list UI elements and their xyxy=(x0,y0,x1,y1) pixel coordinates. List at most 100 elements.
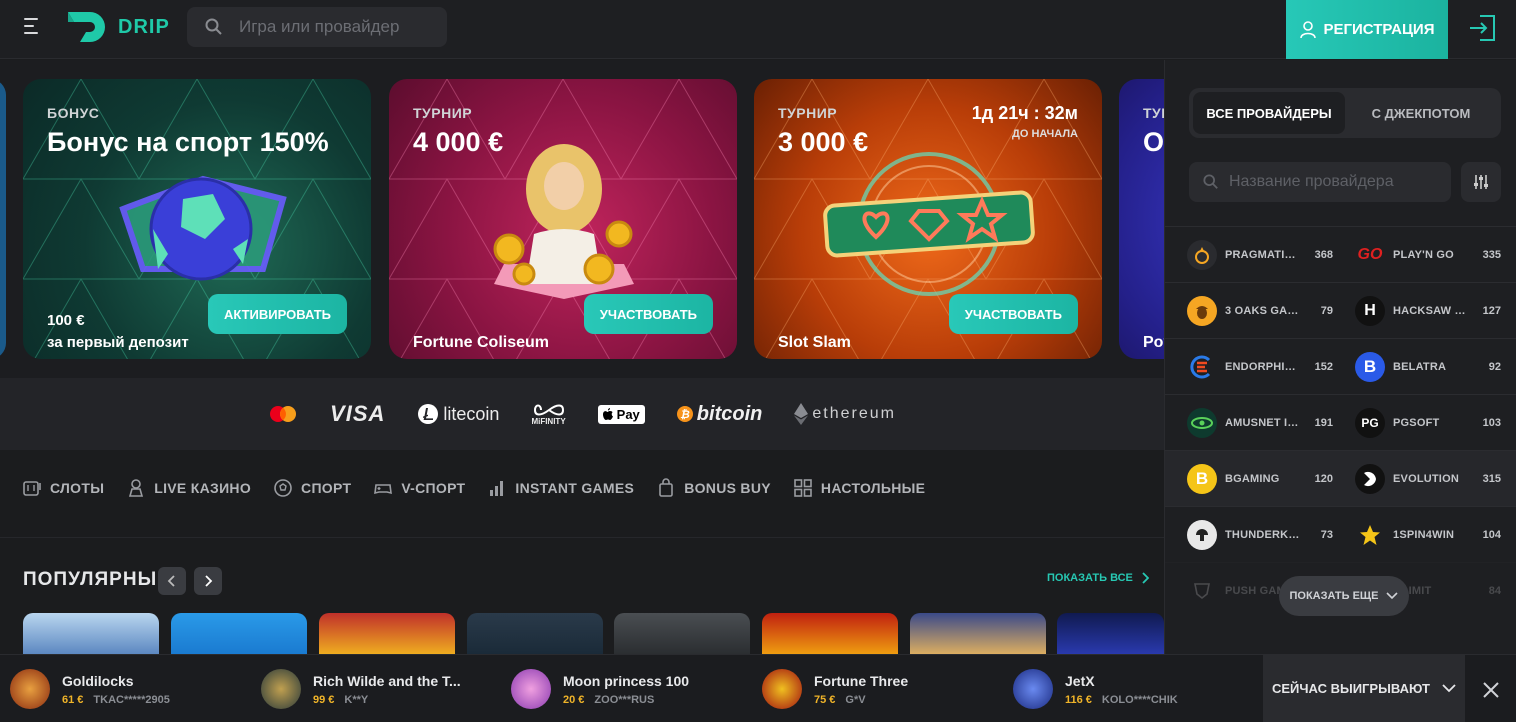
provider-count: 120 xyxy=(1314,472,1333,485)
carousel-prev-button[interactable] xyxy=(158,567,186,595)
grid-icon xyxy=(794,479,812,497)
provider-name: ENDORPHINA xyxy=(1225,360,1300,373)
category-label: LIVE КАЗИНО xyxy=(154,480,252,496)
provider-thunderkick[interactable]: THUNDERKICK 73 xyxy=(1165,507,1333,562)
banner-partial[interactable]: ТУР О Pov xyxy=(1119,79,1164,359)
provider-endorphina[interactable]: ENDORPHINA 152 xyxy=(1165,339,1333,394)
carousel-next-button[interactable] xyxy=(194,567,222,595)
playngo-icon: GO xyxy=(1357,245,1383,263)
provider-1spin4win[interactable]: 1SPIN4WIN 104 xyxy=(1333,507,1501,562)
banner-subtitle: за первый депозит xyxy=(47,334,189,351)
winner-item[interactable]: Goldilocks 61 € TKAC*****2905 xyxy=(10,669,170,709)
user-icon xyxy=(1299,20,1316,38)
provider-3oaks[interactable]: 3 OAKS GAM... 79 xyxy=(1165,283,1333,338)
goddess-character-icon xyxy=(493,144,634,299)
category-live-casino[interactable]: LIVE КАЗИНО xyxy=(126,478,251,498)
category-label: V-СПОРТ xyxy=(401,480,466,496)
game-thumbnail[interactable] xyxy=(762,613,898,655)
category-table-games[interactable]: НАСТОЛЬНЫЕ xyxy=(793,478,925,498)
provider-pgsoft[interactable]: PG PGSOFT 103 xyxy=(1333,395,1501,450)
endorphina-icon xyxy=(1187,352,1217,382)
provider-name: EVOLUTION xyxy=(1393,472,1459,485)
category-bonus-buy[interactable]: BONUS BUY xyxy=(656,478,771,498)
mifinity-logo: MiFINITY xyxy=(531,403,566,426)
svg-text:₿: ₿ xyxy=(680,408,690,421)
winner-item[interactable]: JetX 116 € KOLO****CHIK xyxy=(1013,669,1178,709)
slot-machine-icon xyxy=(23,481,41,496)
show-more-button[interactable]: ПОКАЗАТЬ ЕЩЕ xyxy=(1279,576,1409,616)
sliders-icon xyxy=(1474,175,1488,189)
provider-name: THUNDERKICK xyxy=(1225,528,1300,541)
winner-user: ZOO***RUS xyxy=(594,693,655,706)
game-thumbnail[interactable] xyxy=(319,613,455,655)
winner-item[interactable]: Fortune Three 75 € G*V xyxy=(762,669,908,709)
provider-pragmatic[interactable]: PRAGMATIC ... 368 xyxy=(1165,227,1333,282)
menu-icon[interactable] xyxy=(24,18,44,36)
tab-jackpot[interactable]: С ДЖЕКПОТОМ xyxy=(1345,92,1497,134)
banner-title: Бонус на спорт 150% xyxy=(47,127,329,157)
shopping-bag-icon xyxy=(659,478,673,497)
search-box[interactable] xyxy=(187,7,447,47)
participate-button[interactable]: УЧАСТВОВАТЬ xyxy=(583,294,713,334)
provider-search-box[interactable] xyxy=(1189,162,1451,202)
popular-title: ПОПУЛЯРНЫЕ xyxy=(23,569,171,590)
litecoin-label: litecoin xyxy=(443,403,500,424)
provider-name: 1SPIN4WIN xyxy=(1393,528,1455,541)
game-thumbnail[interactable] xyxy=(23,613,159,655)
login-icon[interactable] xyxy=(1466,14,1498,42)
game-thumbnail[interactable] xyxy=(1057,613,1164,655)
previous-banner-edge[interactable] xyxy=(0,79,6,359)
winner-item[interactable]: Moon princess 100 20 € ZOO***RUS xyxy=(511,669,689,709)
provider-bgaming[interactable]: B BGAMING 120 xyxy=(1165,451,1333,506)
game-thumbnail[interactable] xyxy=(171,613,307,655)
category-sport[interactable]: СПОРТ xyxy=(273,478,351,498)
banner-tournament-slot-slam[interactable]: ТУРНИР 3 000 € 1д 21ч : 32м ДО НАЧАЛА Sl… xyxy=(754,79,1102,359)
provider-search-input[interactable] xyxy=(1229,173,1449,191)
logo[interactable]: DRIP xyxy=(66,10,170,44)
provider-row: ENDORPHINA 152 B BELATRA 92 xyxy=(1165,338,1516,394)
game-thumbnail[interactable] xyxy=(614,613,750,655)
game-thumbnail[interactable] xyxy=(910,613,1046,655)
provider-row: AMUSNET IN... 191 PG PGSOFT 103 xyxy=(1165,394,1516,450)
activate-button[interactable]: АКТИВИРОВАТЬ xyxy=(207,294,347,334)
register-button[interactable]: РЕГИСТРАЦИЯ xyxy=(1286,0,1448,59)
hacksaw-icon: H xyxy=(1355,295,1385,326)
filter-button[interactable] xyxy=(1461,162,1501,202)
gamepad-icon xyxy=(374,484,393,495)
category-slots[interactable]: СЛОТЫ xyxy=(22,478,104,498)
show-all-link[interactable]: ПОКАЗАТЬ ВСЕ xyxy=(1047,572,1149,584)
game-thumbnail[interactable] xyxy=(467,613,603,655)
tab-all-providers[interactable]: ВСЕ ПРОВАЙДЕРЫ xyxy=(1193,92,1345,134)
winner-amount: 116 € xyxy=(1065,693,1092,706)
game-avatar xyxy=(10,669,50,709)
provider-name: PLAY'N GO xyxy=(1393,248,1454,261)
participate-button[interactable]: УЧАСТВОВАТЬ xyxy=(948,294,1078,334)
now-winning-label: СЕЙЧАС ВЫИГРЫВАЮТ xyxy=(1272,681,1430,696)
chevron-left-icon xyxy=(167,575,175,587)
apple-icon xyxy=(602,408,613,420)
countdown-value: 1д 21ч : 32м xyxy=(971,103,1078,123)
close-icon[interactable] xyxy=(1478,677,1504,703)
banner-sport-bonus[interactable]: БОНУС Бонус на спорт 150% 100 € за первы… xyxy=(23,79,371,359)
category-v-sport[interactable]: V-СПОРТ xyxy=(373,478,465,498)
promo-carousel[interactable]: БОНУС Бонус на спорт 150% 100 € за первы… xyxy=(0,60,1164,378)
provider-count: 191 xyxy=(1314,416,1333,429)
category-instant-games[interactable]: INSTANT GAMES xyxy=(487,478,634,498)
provider-playngo[interactable]: GO PLAY'N GO 335 xyxy=(1333,227,1501,282)
provider-count: 127 xyxy=(1482,304,1501,317)
provider-amusnet[interactable]: AMUSNET IN... 191 xyxy=(1165,395,1333,450)
provider-row: PRAGMATIC ... 368 GO PLAY'N GO 335 xyxy=(1165,226,1516,282)
banner-tournament-coliseum[interactable]: ТУРНИР 4 000 € Fortune Coliseum УЧАСТВОВ… xyxy=(389,79,737,359)
pragmatic-icon xyxy=(1187,239,1217,270)
banner-tag: БОНУС xyxy=(47,105,100,121)
provider-evolution[interactable]: EVOLUTION 315 xyxy=(1333,451,1501,506)
winner-item[interactable]: Rich Wilde and the T... 99 € K**Y xyxy=(261,669,461,709)
provider-list: PRAGMATIC ... 368 GO PLAY'N GO 335 3 OAK… xyxy=(1165,226,1516,618)
search-input[interactable] xyxy=(239,17,429,37)
now-winning-toggle[interactable]: СЕЙЧАС ВЫИГРЫВАЮТ xyxy=(1263,655,1465,722)
banner-title: О xyxy=(1143,127,1164,157)
winner-user: K**Y xyxy=(344,693,369,706)
provider-name: AMUSNET IN... xyxy=(1225,416,1300,429)
provider-belatra[interactable]: B BELATRA 92 xyxy=(1333,339,1501,394)
provider-hacksaw[interactable]: H HACKSAW GA... 127 xyxy=(1333,283,1501,338)
